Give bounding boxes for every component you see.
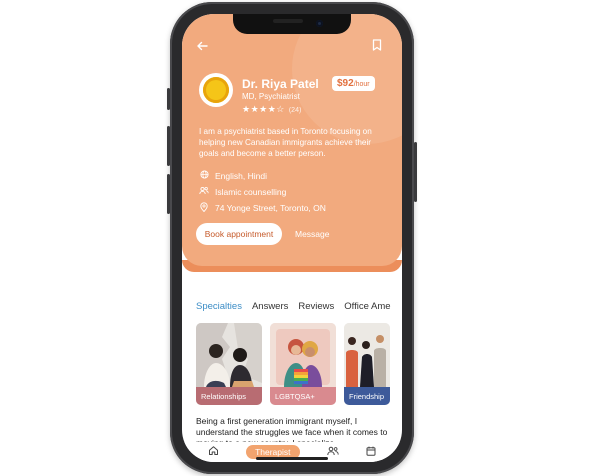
mute-switch [167,88,170,110]
globe-icon [199,170,209,181]
address-row: 74 Yonge Street, Toronto, ON [199,202,326,214]
therapist-bio: I am a psychiatrist based in Toronto foc… [199,127,372,158]
front-camera [316,20,323,27]
power-button [414,142,417,202]
people-icon[interactable] [327,446,339,459]
notch [233,14,351,34]
star-rating: ★★★★☆ (24) [242,104,301,115]
price-unit: /hour [353,81,370,88]
volume-up-button [167,126,170,166]
specialty-label: LGBTQSA+ [270,387,336,405]
arrow-left-icon[interactable] [196,40,208,54]
tab-specialties[interactable]: Specialties [196,301,242,312]
price-value: $92 [337,78,354,89]
bookmark-icon[interactable] [372,39,382,53]
calendar-icon[interactable] [366,446,376,459]
specialties-carousel: Relationships LGBTQSA+ Friendship [196,323,390,405]
speaker [273,19,303,23]
users-icon [199,186,209,197]
languages-text: English, Hindi [215,170,267,181]
therapist-name: Dr. Riya Patel [242,77,319,91]
profile-header: Dr. Riya Patel MD, Psychiatrist ★★★★☆ (24… [182,14,402,266]
location-pin-icon [199,202,209,214]
rating-stars: ★★★★☆ [242,104,285,114]
tab-reviews[interactable]: Reviews [298,301,334,312]
specialty-label: Relationships [196,387,262,405]
address-text: 74 Yonge Street, Toronto, ON [215,203,326,213]
specialty-label: Friendship [344,387,390,405]
tab-answers[interactable]: Answers [252,301,288,312]
languages-row: English, Hindi [199,170,267,181]
therapist-credentials: MD, Psychiatrist [242,92,300,101]
phone-screen: Dr. Riya Patel MD, Psychiatrist ★★★★☆ (24… [182,14,402,462]
home-indicator[interactable] [256,457,328,460]
avatar [199,73,233,107]
review-count: (24) [288,107,302,114]
volume-down-button [167,174,170,214]
tab-office-amenities[interactable]: Office Ame [344,301,390,312]
book-appointment-button[interactable]: Book appointment [196,223,282,245]
profile-tabs: Specialties Answers Reviews Office Ame [196,301,391,312]
phone-frame: Dr. Riya Patel MD, Psychiatrist ★★★★☆ (24… [167,2,417,474]
message-button[interactable]: Message [295,229,330,239]
specialty-card-friendship[interactable]: Friendship [344,323,390,405]
counselling-row: Islamic counselling [199,186,286,197]
counselling-text: Islamic counselling [215,186,287,197]
home-icon[interactable] [208,445,219,459]
specialty-card-relationships[interactable]: Relationships [196,323,262,405]
price-badge: $92/hour [332,76,375,91]
specialty-card-lgbtqsa[interactable]: LGBTQSA+ [270,323,336,405]
